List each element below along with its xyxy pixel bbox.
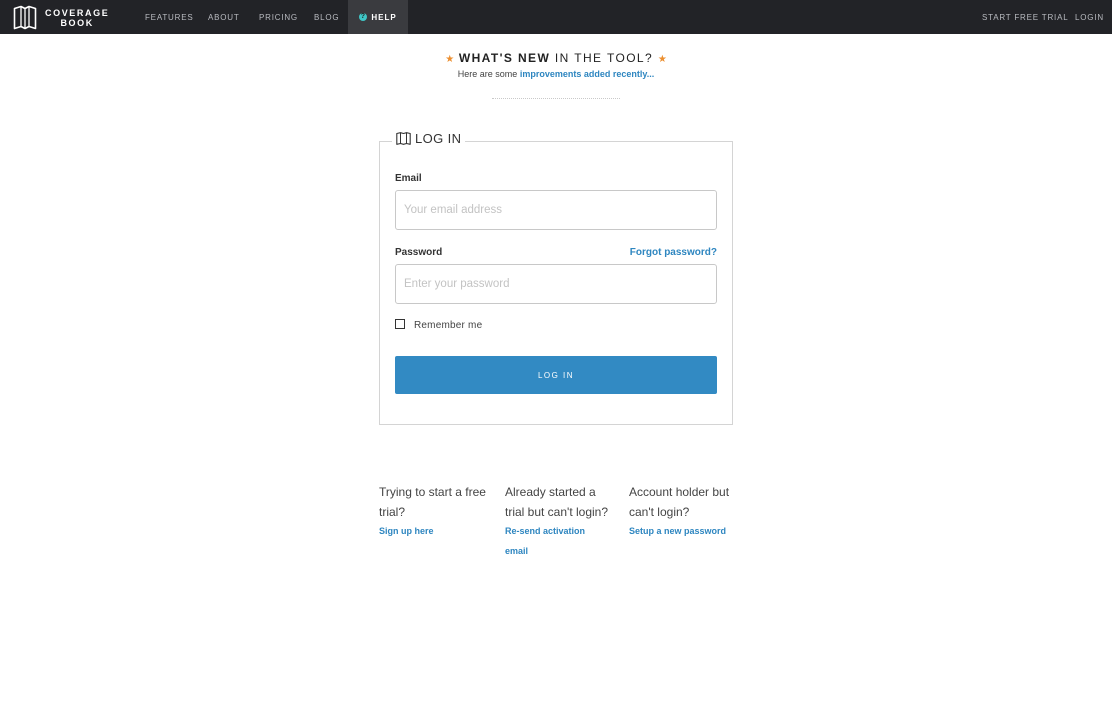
nav-blog[interactable]: BLOG: [314, 0, 339, 34]
whats-new-rest: IN THE TOOL?: [554, 51, 654, 65]
password-label: Password: [395, 247, 443, 258]
top-navbar: COVERAGE BOOK FEATURES ABOUT PRICING BLO…: [0, 0, 1112, 34]
whats-new-subtitle: Here are some improvements added recentl…: [0, 69, 1112, 79]
remember-me-label: Remember me: [414, 320, 483, 331]
nav-login[interactable]: LOGIN: [1075, 0, 1104, 34]
star-icon: ★: [445, 54, 455, 65]
brand-name: COVERAGE BOOK: [45, 8, 109, 28]
login-legend-text: LOG IN: [415, 131, 462, 146]
email-field[interactable]: [395, 190, 717, 230]
email-label: Email: [395, 173, 422, 184]
whats-new-bold: WHAT'S NEW: [458, 51, 551, 65]
help-column-activation: Already started a trial but can't login?…: [505, 483, 613, 561]
sign-up-link[interactable]: Sign up here: [379, 522, 491, 542]
help-question: Trying to start a free trial?: [379, 485, 486, 519]
book-logo-icon: [13, 5, 37, 30]
whats-new-sub-prefix: Here are some: [457, 69, 518, 79]
remember-me-checkbox[interactable]: [395, 319, 405, 329]
help-question: Account holder but can't login?: [629, 485, 730, 519]
nav-help[interactable]: ? HELP: [348, 0, 408, 34]
nav-about[interactable]: ABOUT: [208, 0, 240, 34]
divider: [492, 98, 620, 99]
improvements-link[interactable]: improvements added recently...: [520, 69, 654, 79]
login-submit-button[interactable]: LOG IN: [395, 356, 717, 394]
book-icon: [396, 132, 411, 145]
nav-start-free-trial[interactable]: START FREE TRIAL: [982, 0, 1068, 34]
nav-pricing[interactable]: PRICING: [259, 0, 298, 34]
help-column-password: Account holder but can't login? Setup a …: [629, 483, 739, 542]
password-field[interactable]: [395, 264, 717, 304]
help-question: Already started a trial but can't login?: [505, 485, 609, 519]
whats-new-heading: ★ WHAT'S NEW IN THE TOOL? ★: [0, 51, 1112, 65]
help-column-free-trial: Trying to start a free trial? Sign up he…: [379, 483, 491, 542]
star-icon: ★: [657, 54, 667, 65]
forgot-password-link[interactable]: Forgot password?: [630, 247, 717, 258]
nav-features[interactable]: FEATURES: [145, 0, 193, 34]
brand-line-1: COVERAGE: [45, 7, 110, 18]
resend-activation-link[interactable]: Re-send activation email: [505, 522, 595, 561]
nav-help-label: HELP: [371, 12, 397, 22]
brand-line-2: BOOK: [60, 17, 94, 28]
login-legend: LOG IN: [392, 131, 466, 146]
question-circle-icon: ?: [359, 13, 368, 21]
setup-password-link[interactable]: Setup a new password: [629, 522, 739, 542]
brand-logo[interactable]: COVERAGE BOOK: [13, 5, 109, 30]
